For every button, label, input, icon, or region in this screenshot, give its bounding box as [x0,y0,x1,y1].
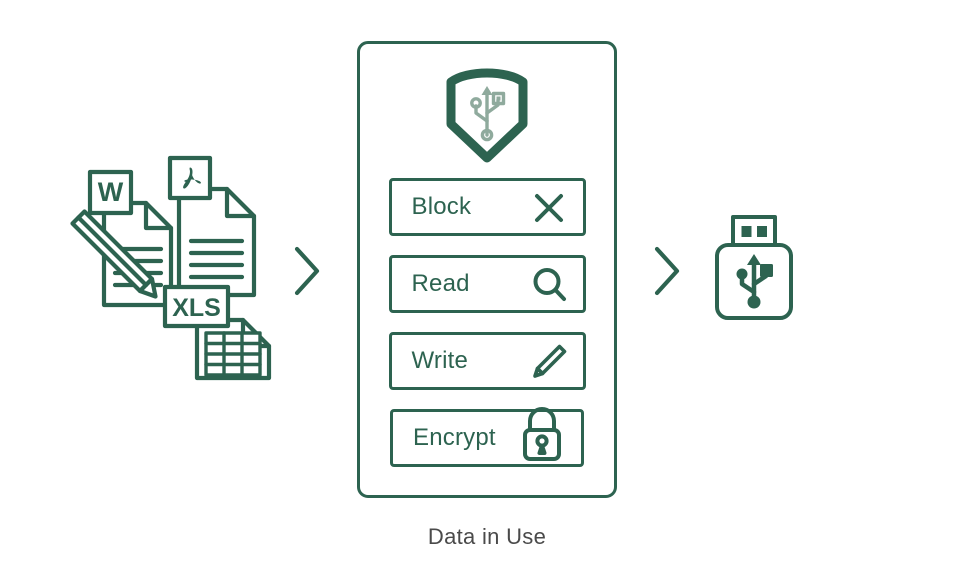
word-badge-glyph: W [98,177,124,207]
action-write-button[interactable]: Write [388,332,586,390]
diagram-caption: Data in Use [427,524,547,549]
chevron-right-icon [294,246,320,296]
data-in-use-panel: Block Read Write Encrypt [357,41,617,498]
source-documents-group: W XLS [58,150,273,390]
flow-arrow-right [650,244,684,298]
magnifier-icon [529,264,569,304]
lock-icon [519,407,565,463]
action-read-button[interactable]: Read [388,255,586,313]
source-documents-illustration: W XLS [70,155,272,381]
pencil-icon [529,341,569,381]
chevron-right-icon [654,246,680,296]
usb-shield-badge [445,63,529,163]
action-read-label: Read [411,270,470,297]
action-block-button[interactable]: Block [388,178,586,236]
pdf-document-icon [167,155,257,298]
action-block-label: Block [411,193,472,220]
usb-drive-icon [715,215,793,320]
xls-badge-glyph: XLS [172,294,221,322]
diagram-canvas: W XLS Block Read Write Encrypt Data in U… [0,0,980,566]
usb-drive-destination [712,212,796,327]
xls-table-grid [204,331,262,377]
action-encrypt-label: Encrypt [413,424,496,451]
action-write-label: Write [411,347,469,374]
action-list: Block Read Write Encrypt [360,178,614,467]
flow-arrow-left [290,244,324,298]
action-encrypt-button[interactable]: Encrypt [390,407,584,467]
close-x-icon [529,187,569,227]
usb-shield-icon [446,68,528,163]
